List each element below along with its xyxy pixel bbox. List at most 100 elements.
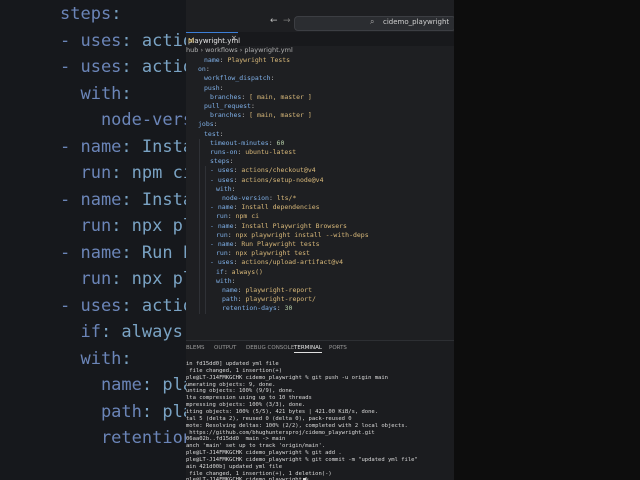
background-code-line: if: always() bbox=[60, 322, 186, 342]
background-key: - uses bbox=[60, 30, 122, 51]
background-value: : Install d bbox=[121, 136, 186, 157]
background-key: if bbox=[60, 322, 101, 342]
breadcrumb-item[interactable]: playwright.yml bbox=[244, 46, 292, 54]
yaml-value: lts/* bbox=[276, 194, 297, 202]
yaml-value: npx playwright test bbox=[235, 249, 310, 258]
yaml-key: name bbox=[204, 56, 220, 64]
background-value: : npm ci bbox=[111, 163, 186, 183]
breadcrumb-item[interactable]: workflows bbox=[205, 46, 238, 54]
code-line: - name: Run Playwright tests bbox=[210, 240, 320, 248]
code-line: node-version: lts/* bbox=[222, 194, 297, 202]
background-key: run bbox=[60, 163, 112, 183]
background-code-line: run: npm ci bbox=[60, 163, 186, 183]
background-value: : npx playwr bbox=[111, 216, 186, 236]
yaml-key: with bbox=[216, 184, 232, 193]
yaml-key: pull_request bbox=[204, 102, 251, 110]
code-line: steps: bbox=[210, 157, 238, 166]
background-key: retention-day bbox=[100, 428, 186, 448]
yaml-key: push bbox=[204, 83, 220, 92]
code-line: path: playwright-report/ bbox=[222, 295, 316, 304]
title-bar: ← → ⌕ cidemo_playwright bbox=[186, 14, 454, 32]
background-code-line: - name: Install d bbox=[60, 137, 186, 157]
code-line: workflow_dispatch: bbox=[204, 74, 279, 83]
code-line: - name: Install dependencies bbox=[210, 203, 320, 212]
yaml-value: playwright-report/ bbox=[245, 295, 316, 304]
breadcrumb-item[interactable]: hub bbox=[186, 46, 198, 54]
yaml-key: steps bbox=[210, 157, 230, 166]
editor-tab-bar: playwright.yml M × bbox=[186, 32, 454, 47]
panel-tab-blems[interactable]: BLEMS bbox=[186, 345, 205, 351]
background-code-line: run: npx playwr bbox=[60, 216, 186, 236]
yaml-key: - name bbox=[210, 203, 234, 212]
code-line: on: bbox=[198, 65, 214, 74]
code-line: retention-days: 30 bbox=[222, 304, 293, 313]
background-value: : Install P bbox=[121, 189, 186, 210]
code-line: timeout-minutes: 60 bbox=[210, 138, 285, 147]
background-code-line: path: playwri bbox=[60, 402, 186, 422]
background-code-line: - uses: actions/s bbox=[60, 57, 186, 77]
yaml-key: branches bbox=[210, 111, 242, 120]
background-code-line: name: playwri bbox=[60, 375, 186, 395]
yaml-value: always() bbox=[231, 267, 263, 276]
code-line: - uses: actions/checkout@v4 bbox=[210, 166, 316, 175]
yaml-key: name bbox=[222, 286, 238, 294]
background-value: : Run Playw bbox=[121, 242, 186, 263]
yaml-key: if bbox=[216, 267, 224, 276]
yaml-key: workflow_dispatch bbox=[204, 74, 271, 83]
yaml-value: Install dependencies bbox=[241, 203, 320, 212]
background-value: : npx playwr bbox=[111, 269, 186, 289]
background-key: - name bbox=[60, 189, 122, 210]
background-code-line: node-version: bbox=[60, 110, 186, 130]
yaml-key: run bbox=[216, 249, 228, 258]
code-line: test: bbox=[204, 129, 228, 138]
yaml-key: branches bbox=[210, 92, 242, 101]
code-line: push: bbox=[204, 83, 228, 92]
back-arrow-icon[interactable]: ← bbox=[270, 16, 278, 26]
background-value: : actions/s bbox=[121, 57, 186, 77]
background-code-line: with: bbox=[60, 83, 131, 104]
code-line: name: playwright-report bbox=[222, 286, 313, 294]
background-key: - name bbox=[60, 136, 122, 157]
panel-tab-terminal[interactable]: TERMINAL bbox=[294, 345, 322, 353]
yaml-key: retention-days bbox=[222, 304, 277, 313]
yaml-value: 60 bbox=[276, 138, 285, 147]
indent-guide bbox=[205, 166, 206, 314]
panel-tab-debug-console[interactable]: DEBUG CONSOLE bbox=[246, 345, 294, 351]
yaml-value: npm ci bbox=[235, 212, 260, 221]
modified-indicator: M bbox=[188, 37, 195, 45]
background-key: path bbox=[60, 401, 142, 422]
code-line: run: npx playwright test bbox=[216, 249, 310, 258]
yaml-value: 30 bbox=[284, 304, 293, 313]
background-key: name bbox=[60, 375, 142, 395]
forward-arrow-icon[interactable]: → bbox=[283, 16, 291, 26]
command-center-search[interactable]: ⌕ cidemo_playwright bbox=[294, 16, 454, 31]
yaml-value: [ main, master ] bbox=[249, 92, 312, 101]
tab-playwright-yml[interactable]: playwright.yml M × bbox=[186, 32, 240, 47]
code-line: run: npx playwright install --with-deps bbox=[216, 230, 369, 239]
code-line: name: Playwright Tests bbox=[204, 56, 291, 64]
background-value: : always() bbox=[100, 322, 186, 342]
code-line: branches: [ main, master ] bbox=[210, 111, 312, 120]
background-value: : actions/u bbox=[121, 295, 186, 316]
search-icon: ⌕ bbox=[370, 17, 375, 26]
yaml-key: - name bbox=[210, 221, 234, 230]
yaml-key: node-version bbox=[222, 194, 269, 202]
panel-tab-ports[interactable]: PORTS bbox=[329, 345, 347, 351]
background-code-line: with: bbox=[60, 349, 131, 369]
yaml-key: on bbox=[198, 65, 206, 74]
background-key: with bbox=[60, 83, 122, 104]
panel-tab-output[interactable]: OUTPUT bbox=[214, 345, 236, 351]
command-center-label: cidemo_playwright bbox=[383, 18, 450, 26]
background-key: - name bbox=[60, 242, 122, 263]
yaml-value: npx playwright install --with-deps bbox=[235, 230, 369, 239]
background-right-dark bbox=[454, 0, 640, 480]
yaml-key: - uses bbox=[210, 175, 234, 184]
background-code-line: steps: bbox=[60, 4, 121, 24]
background-key: node-version bbox=[100, 110, 186, 130]
close-icon[interactable]: × bbox=[231, 34, 237, 42]
indent-guide bbox=[199, 138, 200, 314]
background-value: : playwri bbox=[141, 401, 186, 422]
background-key: - uses bbox=[60, 295, 122, 316]
panel-tabs: BLEMS OUTPUT DEBUG CONSOLE TERMINAL PORTS bbox=[186, 345, 454, 355]
yaml-key: - uses bbox=[210, 166, 234, 175]
